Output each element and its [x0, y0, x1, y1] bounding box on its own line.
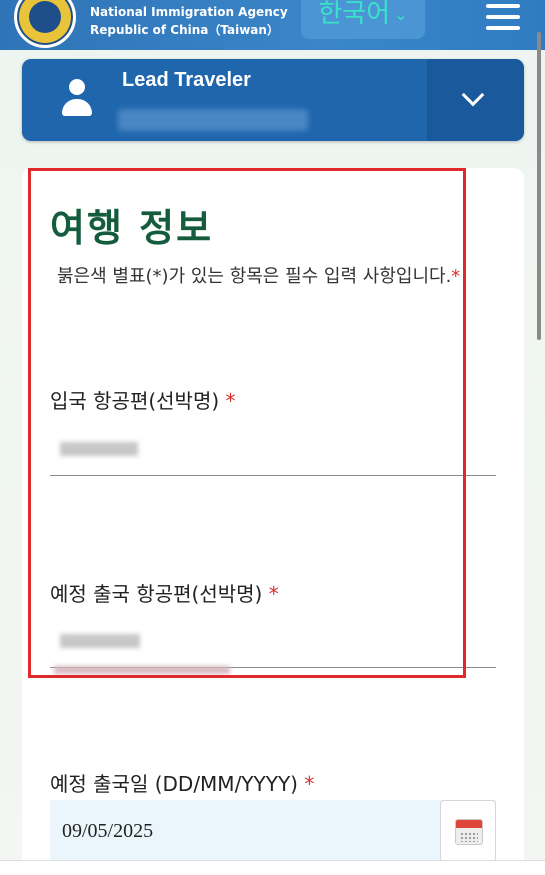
chevron-down-icon: ⌄ [394, 4, 408, 24]
scrollbar[interactable] [537, 32, 541, 340]
top-bar: National Immigration Agency Republic of … [0, 0, 545, 50]
calendar-icon [455, 819, 483, 845]
agency-name-line1: National Immigration Agency [90, 5, 288, 19]
required-mark: * [304, 772, 315, 796]
chevron-down-icon [461, 83, 485, 107]
date-picker-button[interactable] [440, 800, 496, 862]
agency-logo[interactable] [14, 0, 76, 48]
lead-traveler-card[interactable]: Lead Traveler [22, 59, 524, 141]
highlight-box [28, 168, 466, 678]
hamburger-icon[interactable] [486, 4, 520, 30]
agency-name: National Immigration Agency Republic of … [90, 3, 288, 39]
departure-date-label: 예정 출국일 (DD/MM/YYYY) * [50, 768, 314, 797]
departure-date-value: 09/05/2025 [62, 820, 154, 842]
person-icon [60, 79, 94, 119]
traveler-name-redacted [118, 109, 308, 131]
agency-seal-icon [29, 1, 61, 33]
language-label: 한국어 [318, 0, 391, 29]
departure-date-input[interactable]: 09/05/2025 [50, 800, 496, 862]
lead-traveler-title: Lead Traveler [122, 69, 251, 91]
bottom-bar [0, 860, 545, 875]
agency-name-line2: Republic of China（Taiwan） [90, 23, 279, 37]
departure-date-label-text: 예정 출국일 (DD/MM/YYYY) [50, 772, 298, 796]
language-selector[interactable]: 한국어 ⌄ [301, 0, 425, 39]
traveler-expand-button[interactable] [427, 59, 524, 141]
